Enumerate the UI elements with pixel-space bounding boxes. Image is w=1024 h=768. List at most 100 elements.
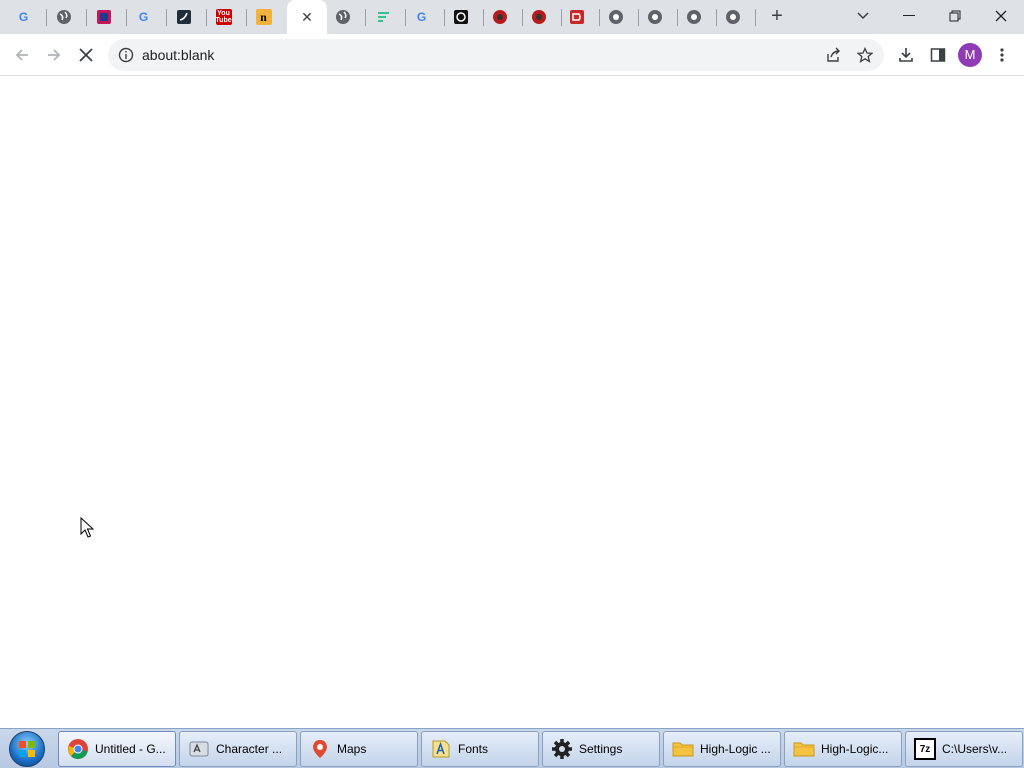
- page-content[interactable]: [0, 77, 1024, 728]
- folder-icon: [793, 742, 815, 757]
- back-arrow-icon: [15, 49, 28, 61]
- chrome-icon: [647, 10, 662, 24]
- charmap-icon: [189, 741, 209, 757]
- tab-red-circle[interactable]: [480, 0, 519, 34]
- taskbar-item-fonts[interactable]: Fonts: [421, 731, 539, 767]
- tab-app[interactable]: [84, 0, 123, 34]
- forward-arrow-icon: [48, 49, 61, 61]
- mouse-cursor-icon: [80, 517, 94, 538]
- bookmark-button[interactable]: [856, 46, 874, 64]
- maps-icon: [313, 740, 327, 758]
- taskbar-item-label: Untitled - G...: [95, 742, 166, 756]
- taskbar-item-folder-1[interactable]: High-Logic ...: [663, 731, 781, 767]
- start-button[interactable]: [3, 730, 51, 768]
- tab-youtube[interactable]: You Tube: [204, 0, 243, 34]
- forward-button[interactable]: [42, 43, 66, 67]
- browser-toolbar: about:blank M: [0, 34, 1024, 76]
- gear-icon: [552, 739, 572, 759]
- downloads-button[interactable]: [894, 43, 918, 67]
- stop-loading-button[interactable]: [74, 43, 98, 67]
- taskbar-item-7zip[interactable]: 7z C:\Users\v...: [905, 731, 1023, 767]
- tab-separator: [755, 9, 756, 26]
- minimize-icon: [903, 15, 915, 16]
- tab-ring[interactable]: [441, 0, 480, 34]
- chevron-down-icon: [857, 12, 869, 20]
- restore-icon: [949, 10, 961, 22]
- taskbar-item-label: High-Logic ...: [700, 742, 771, 756]
- windows-orb-icon: [9, 731, 45, 767]
- side-panel-button[interactable]: [926, 43, 950, 67]
- taskbar-item-settings[interactable]: Settings: [542, 731, 660, 767]
- red-app-icon: [569, 10, 584, 24]
- side-panel-icon: [930, 48, 946, 62]
- taskbar-item-label: C:\Users\v...: [942, 742, 1008, 756]
- taskbar-item-charmap[interactable]: Character ...: [179, 731, 297, 767]
- tab-n[interactable]: n: [244, 0, 283, 34]
- 7zip-icon: 7z: [914, 738, 936, 760]
- share-button[interactable]: [824, 46, 842, 64]
- taskbar-item-label: Character ...: [216, 742, 283, 756]
- tab-active-blank[interactable]: ✕: [287, 0, 327, 34]
- red-circle-icon: [531, 10, 546, 24]
- tab-stripes[interactable]: [363, 0, 402, 34]
- chrome-icon: [68, 739, 88, 759]
- tab-globe[interactable]: [44, 0, 83, 34]
- address-url: about:blank: [142, 47, 215, 63]
- tab-search-button[interactable]: [850, 4, 876, 28]
- chrome-icon: [686, 10, 701, 24]
- profile-avatar[interactable]: M: [958, 43, 982, 67]
- tab-chrome-4[interactable]: [713, 0, 752, 34]
- google-icon: G: [138, 10, 149, 24]
- folder-icon: [672, 742, 694, 757]
- taskbar-item-label: Fonts: [458, 742, 489, 756]
- tab-dark-app[interactable]: [164, 0, 203, 34]
- close-icon: [995, 10, 1007, 22]
- globe-icon: [56, 10, 71, 24]
- download-icon: [899, 48, 913, 62]
- fonts-icon: [432, 740, 450, 758]
- tab-strip: G G You Tube n ✕ G +: [0, 0, 1024, 34]
- google-icon: G: [18, 10, 29, 24]
- ring-icon: [453, 10, 468, 24]
- chrome-icon: [725, 10, 740, 24]
- new-tab-button[interactable]: +: [767, 6, 787, 27]
- tab-globe-2[interactable]: [323, 0, 362, 34]
- back-button[interactable]: [10, 43, 34, 67]
- red-circle-icon: [492, 10, 507, 24]
- info-icon[interactable]: [118, 47, 134, 63]
- minimize-button[interactable]: [896, 4, 922, 28]
- menu-button[interactable]: [990, 43, 1014, 67]
- browser-window: G G You Tube n ✕ G + about:blank M: [0, 0, 1024, 728]
- address-bar[interactable]: about:blank: [108, 39, 884, 71]
- google-icon: G: [416, 10, 427, 24]
- chrome-icon: [608, 10, 623, 24]
- close-window-button[interactable]: [988, 4, 1014, 28]
- tab-red-circle-2[interactable]: [519, 0, 558, 34]
- stripes-icon: [377, 12, 389, 22]
- tab-google-3[interactable]: G: [402, 0, 441, 34]
- globe-icon: [335, 10, 350, 24]
- tab-google-2[interactable]: G: [124, 0, 163, 34]
- taskbar-item-label: High-Logic...: [821, 742, 889, 756]
- more-vert-icon: [1000, 48, 1004, 62]
- tab-chrome-3[interactable]: [674, 0, 713, 34]
- taskbar: Untitled - G... Character ... Maps Fonts…: [0, 728, 1024, 768]
- youtube-icon: You Tube: [215, 9, 232, 25]
- taskbar-item-maps[interactable]: Maps: [300, 731, 418, 767]
- taskbar-item-folder-2[interactable]: High-Logic...: [784, 731, 902, 767]
- n-logo-icon: n: [255, 9, 272, 25]
- share-icon: [827, 47, 840, 62]
- taskbar-item-label: Maps: [337, 742, 367, 756]
- star-icon: [857, 47, 873, 63]
- dark-app-icon: [176, 10, 191, 24]
- restore-button[interactable]: [942, 4, 968, 28]
- tab-red-app[interactable]: [557, 0, 596, 34]
- tab-chrome-2[interactable]: [635, 0, 674, 34]
- tab-google[interactable]: G: [4, 0, 43, 34]
- stop-icon: [79, 48, 93, 62]
- taskbar-item-chrome[interactable]: Untitled - G...: [58, 731, 176, 767]
- close-tab-icon[interactable]: ✕: [301, 9, 313, 26]
- taskbar-item-label: Settings: [579, 742, 623, 756]
- tab-chrome-1[interactable]: [596, 0, 635, 34]
- app-icon: [96, 10, 111, 24]
